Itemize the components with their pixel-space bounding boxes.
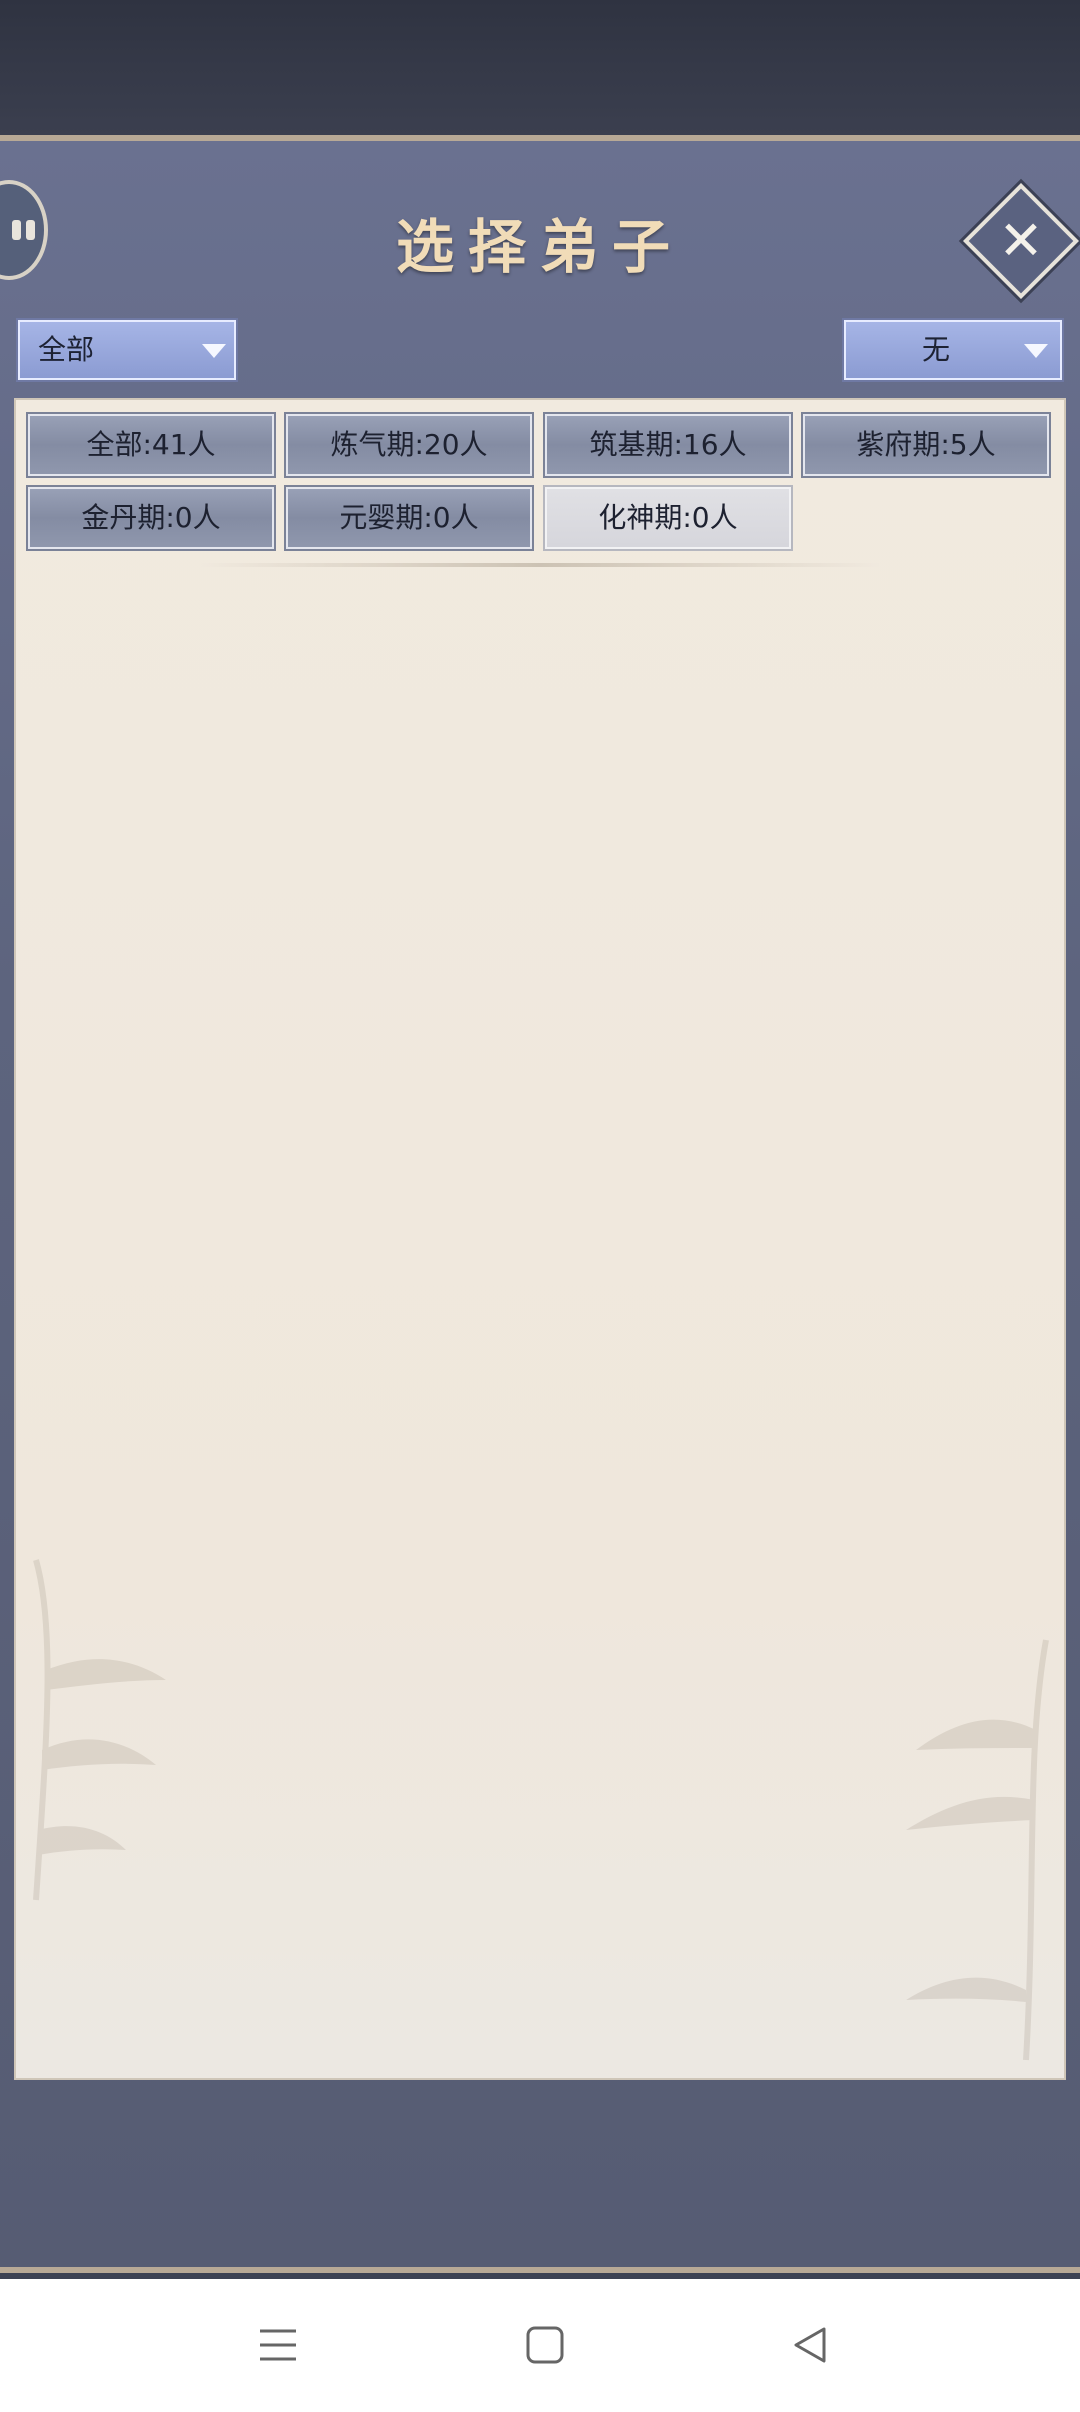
realm-filter-zhuji[interactable]: 筑基期:16人 <box>545 414 791 476</box>
chevron-down-icon <box>202 344 226 358</box>
close-icon: ✕ <box>998 209 1044 272</box>
realm-filter-jindan[interactable]: 金丹期:0人 <box>28 487 274 549</box>
bamboo-decoration-left <box>33 1559 166 1901</box>
disciple-list-area <box>14 398 1066 2080</box>
realm-filter-lianqi[interactable]: 炼气期:20人 <box>286 414 532 476</box>
filter-dropdown-right-value: 无 <box>921 333 950 366</box>
status-bar-area <box>0 0 1080 135</box>
filter-dropdown-right[interactable]: 无 <box>844 320 1062 380</box>
realm-filter-yuanying[interactable]: 元婴期:0人 <box>286 487 532 549</box>
filter-dropdown-left[interactable]: 全部 <box>18 320 236 380</box>
realm-filter-all[interactable]: 全部:41人 <box>28 414 274 476</box>
system-nav-bar <box>0 2279 1080 2412</box>
home-icon[interactable] <box>525 2325 565 2365</box>
menu-icon[interactable] <box>258 2325 298 2365</box>
realm-filter-zifu[interactable]: 紫府期:5人 <box>803 414 1049 476</box>
realm-filter-huashen[interactable]: 化神期:0人 <box>545 487 791 549</box>
chevron-down-icon <box>1024 344 1048 358</box>
back-icon[interactable] <box>790 2325 830 2365</box>
bamboo-decoration-right <box>906 1639 1049 2061</box>
dialog-title: 选择弟子 <box>395 213 684 281</box>
section-divider <box>200 563 880 567</box>
